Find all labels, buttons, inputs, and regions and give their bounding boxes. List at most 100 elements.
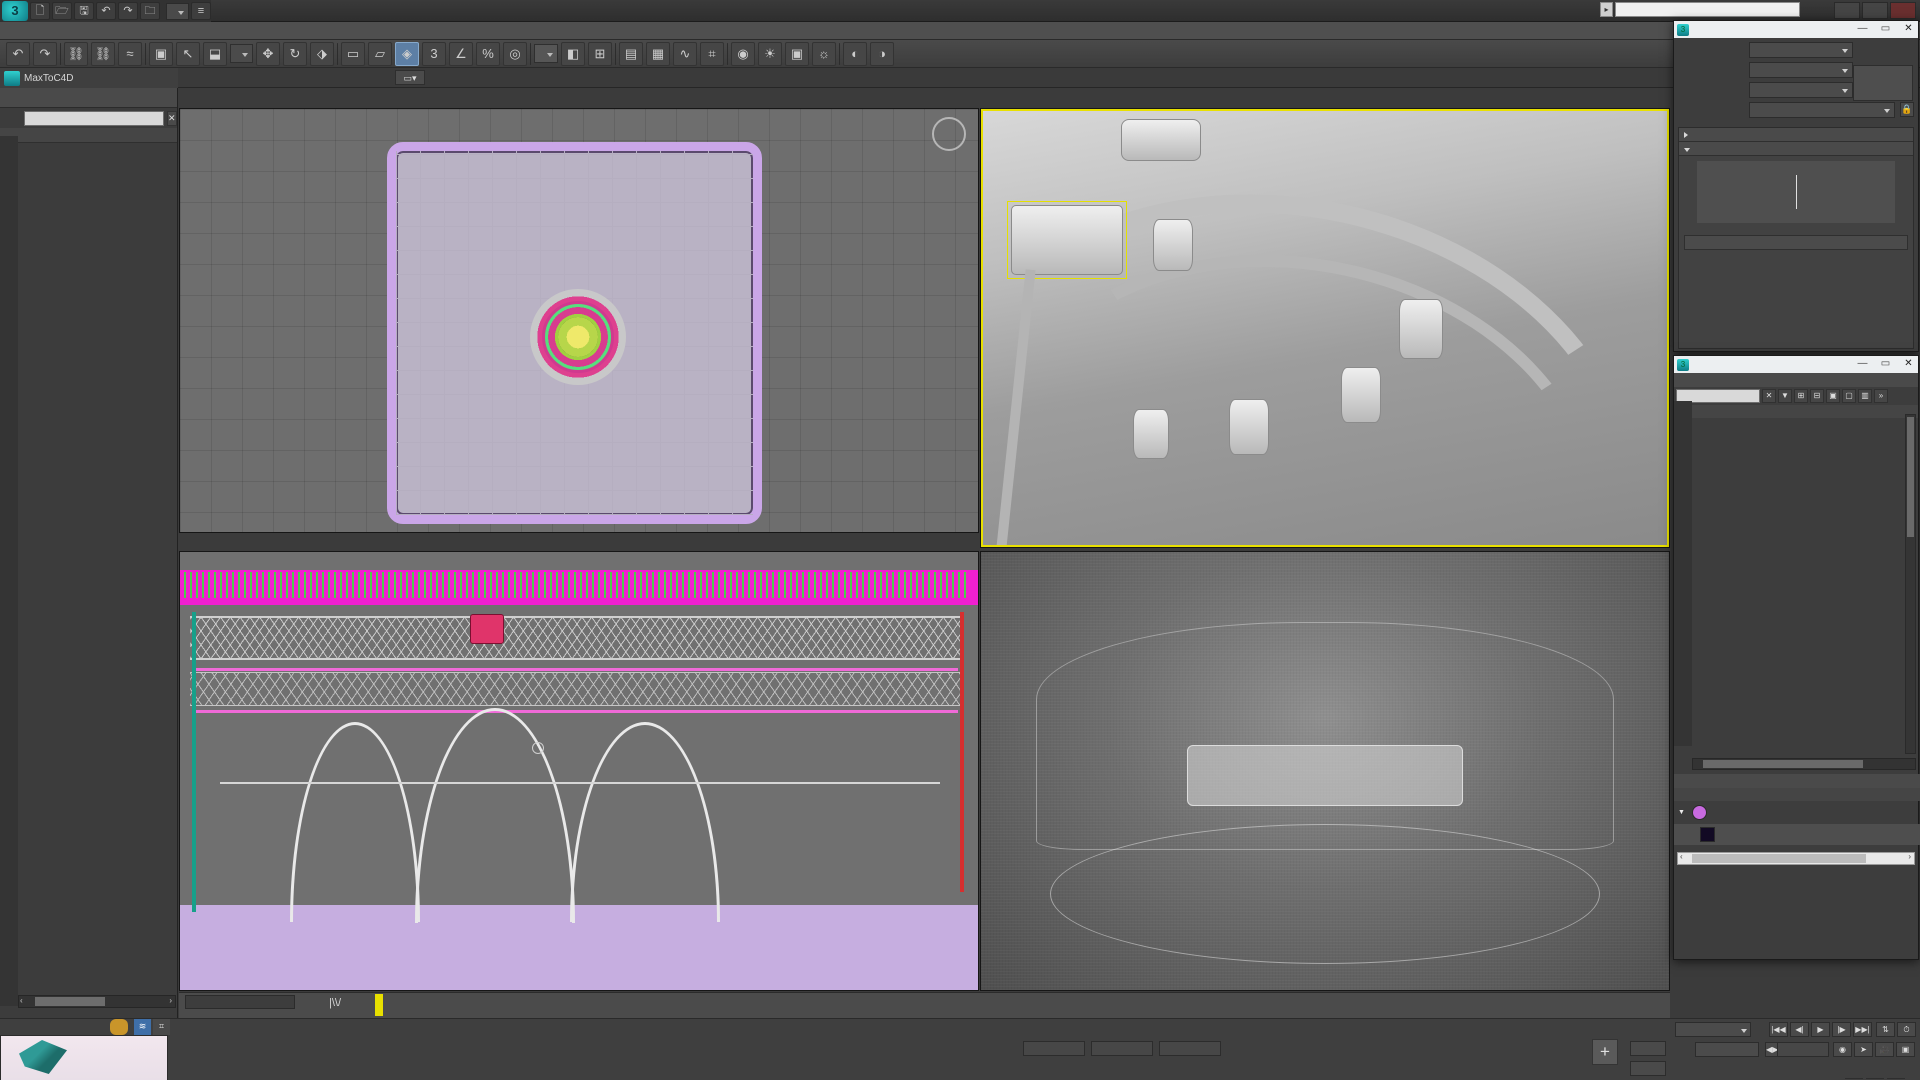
about-vray-rollup[interactable] bbox=[1679, 142, 1913, 156]
undo-icon[interactable]: ↶ bbox=[6, 41, 30, 66]
scene-explorer-search-input[interactable] bbox=[24, 110, 164, 126]
view-cube-icon[interactable] bbox=[932, 117, 966, 151]
timeline-track[interactable] bbox=[379, 993, 1670, 1019]
render-button[interactable] bbox=[1853, 65, 1913, 101]
maximize-button[interactable] bbox=[1862, 2, 1888, 19]
camera-view-icon[interactable]: 🎥 bbox=[1875, 1042, 1894, 1057]
time-configuration-icon[interactable]: ⏱ bbox=[1897, 1022, 1916, 1037]
material-list-scrollbar[interactable] bbox=[1905, 414, 1916, 754]
material-list-hscrollbar[interactable] bbox=[1692, 758, 1916, 770]
scene-explorer-column-header[interactable] bbox=[0, 128, 177, 143]
more-options-icon[interactable]: » bbox=[1874, 389, 1888, 403]
unlink-icon[interactable]: ⛓ bbox=[91, 41, 115, 66]
scrollbar-thumb[interactable] bbox=[1692, 854, 1866, 863]
collapse-all-icon[interactable]: ⊟ bbox=[1810, 389, 1824, 403]
material-explorer-minimize[interactable]: — bbox=[1853, 357, 1872, 372]
view-coordinate-selector[interactable] bbox=[230, 44, 253, 63]
scroll-left-icon[interactable]: ‹ bbox=[1680, 852, 1683, 861]
material-list[interactable] bbox=[1692, 414, 1916, 754]
redo-icon[interactable]: ↷ bbox=[33, 41, 57, 66]
viewport-perspective[interactable] bbox=[980, 108, 1670, 548]
search-dropdown-icon[interactable]: ▸ bbox=[1600, 2, 1613, 17]
render-setup-maximize[interactable]: ▭ bbox=[1876, 22, 1895, 37]
material-explorer-maximize[interactable]: ▭ bbox=[1876, 357, 1895, 372]
app-logo-icon[interactable]: 3 bbox=[2, 1, 28, 21]
window-crossing-icon[interactable]: ▱ bbox=[368, 41, 392, 66]
frame-readout[interactable] bbox=[185, 995, 295, 1009]
render-setup-icon[interactable]: ☀ bbox=[758, 41, 782, 66]
scroll-left-icon[interactable]: ‹ bbox=[20, 996, 23, 1005]
active-shade-icon[interactable]: ◑ bbox=[870, 41, 894, 66]
expand-all-icon[interactable]: ⊞ bbox=[1794, 389, 1808, 403]
select-by-name-icon[interactable]: ⬓ bbox=[203, 41, 227, 66]
scene-explorer-toggle-icon[interactable]: ⌗ bbox=[153, 1019, 170, 1035]
add-time-tag-icon[interactable]: + bbox=[1592, 1039, 1618, 1065]
auto-key-button[interactable] bbox=[1630, 1041, 1666, 1056]
filters-button[interactable] bbox=[1695, 1042, 1759, 1057]
viewport-top[interactable] bbox=[179, 108, 979, 533]
scroll-right-icon[interactable]: › bbox=[169, 996, 172, 1005]
show-scene-materials-icon[interactable]: ▣ bbox=[1826, 389, 1840, 403]
current-frame-field[interactable] bbox=[1777, 1042, 1829, 1057]
rect-selection-region-icon[interactable]: ▭ bbox=[341, 41, 365, 66]
search-input[interactable] bbox=[1615, 2, 1800, 17]
named-selection-set-field[interactable] bbox=[534, 44, 558, 63]
transform-gizmo-icon[interactable] bbox=[532, 742, 544, 754]
render-setup-minimize[interactable]: — bbox=[1853, 22, 1872, 37]
material-editor-icon[interactable]: ◉ bbox=[731, 41, 755, 66]
timeline-mode-icon[interactable]: |\\/ bbox=[329, 997, 341, 1009]
show-maps-icon[interactable]: ▥ bbox=[1858, 389, 1872, 403]
workspace-selector[interactable] bbox=[166, 2, 189, 20]
select-filter-all[interactable]: ▣ bbox=[149, 41, 173, 66]
authorization-rollup[interactable] bbox=[1679, 128, 1913, 142]
ribbon-overflow-icon[interactable]: ▭▾ bbox=[395, 70, 425, 85]
expand-arrow-icon[interactable]: ▼ bbox=[1678, 809, 1685, 816]
render-setup-dialog[interactable]: 3 — ▭ ✕ ✔ bbox=[1673, 20, 1919, 352]
play-animation-icon[interactable]: ▶ bbox=[1811, 1022, 1830, 1037]
select-and-link-icon[interactable]: ➤ bbox=[1854, 1042, 1873, 1057]
next-frame-icon[interactable]: |▶ bbox=[1832, 1022, 1851, 1037]
mirror-icon[interactable]: ◧ bbox=[561, 41, 585, 66]
material-props-hscrollbar[interactable]: ‹ › bbox=[1677, 852, 1915, 865]
select-scale-icon[interactable]: ⬗ bbox=[310, 41, 334, 66]
undo-icon[interactable]: ↶ bbox=[96, 2, 116, 20]
redo-icon[interactable]: ↷ bbox=[118, 2, 138, 20]
go-to-end-icon[interactable]: ▶▶| bbox=[1853, 1022, 1872, 1037]
select-move-icon[interactable]: ✥ bbox=[256, 41, 280, 66]
preset-combo[interactable] bbox=[1749, 61, 1853, 78]
percent-snap-icon[interactable]: % bbox=[476, 41, 500, 66]
use-pivot-center-icon[interactable]: ◈ bbox=[395, 41, 419, 66]
material-explorer-dialog[interactable]: 3 — ▭ ✕ ✕ ▼ ⊞ ⊟ ▣ ▢ ▥ » ▼ ‹ › bbox=[1673, 355, 1920, 960]
qat-overflow-icon[interactable]: ≡ bbox=[191, 2, 211, 20]
maxtoc4d-icon[interactable] bbox=[4, 70, 20, 86]
select-object-icon[interactable]: ↖ bbox=[176, 41, 200, 66]
render-setup-close[interactable]: ✕ bbox=[1899, 22, 1918, 37]
save-file-icon[interactable]: 🖫 bbox=[74, 2, 94, 20]
z-field[interactable] bbox=[1159, 1041, 1221, 1056]
open-file-icon[interactable]: 🗁 bbox=[52, 2, 72, 20]
scroll-right-icon[interactable]: › bbox=[1908, 852, 1911, 861]
view-to-render-combo[interactable] bbox=[1749, 101, 1895, 118]
material-explorer-close[interactable]: ✕ bbox=[1899, 357, 1918, 372]
spinner-snap-icon[interactable]: ◎ bbox=[503, 41, 527, 66]
render-production-icon[interactable]: ☼ bbox=[812, 41, 836, 66]
set-key-button[interactable] bbox=[1630, 1061, 1666, 1076]
curve-editor-icon[interactable]: ∿ bbox=[673, 41, 697, 66]
schematic-view-icon[interactable]: ⌗ bbox=[700, 41, 724, 66]
align-icon[interactable]: ⊞ bbox=[588, 41, 612, 66]
filter-icon[interactable]: ▼ bbox=[1778, 389, 1792, 403]
render-iterative-icon[interactable]: ◐ bbox=[843, 41, 867, 66]
select-rotate-icon[interactable]: ↻ bbox=[283, 41, 307, 66]
material-prop-parent-row[interactable]: ▼ bbox=[1674, 802, 1920, 823]
selected-filter-combo[interactable] bbox=[1675, 1022, 1751, 1037]
bind-space-warp-icon[interactable]: ≈ bbox=[118, 41, 142, 66]
close-button[interactable] bbox=[1890, 2, 1916, 19]
y-field[interactable] bbox=[1091, 1041, 1153, 1056]
key-filters-icon[interactable]: ◉ bbox=[1833, 1042, 1852, 1057]
lock-view-icon[interactable]: 🔒 bbox=[1900, 102, 1914, 117]
scene-explorer-hscrollbar[interactable]: ‹ › bbox=[18, 995, 176, 1008]
angle-snap-icon[interactable]: ∠ bbox=[449, 41, 473, 66]
minimize-button[interactable] bbox=[1834, 2, 1860, 19]
go-to-start-icon[interactable]: |◀◀ bbox=[1769, 1022, 1788, 1037]
x-field[interactable] bbox=[1023, 1041, 1085, 1056]
